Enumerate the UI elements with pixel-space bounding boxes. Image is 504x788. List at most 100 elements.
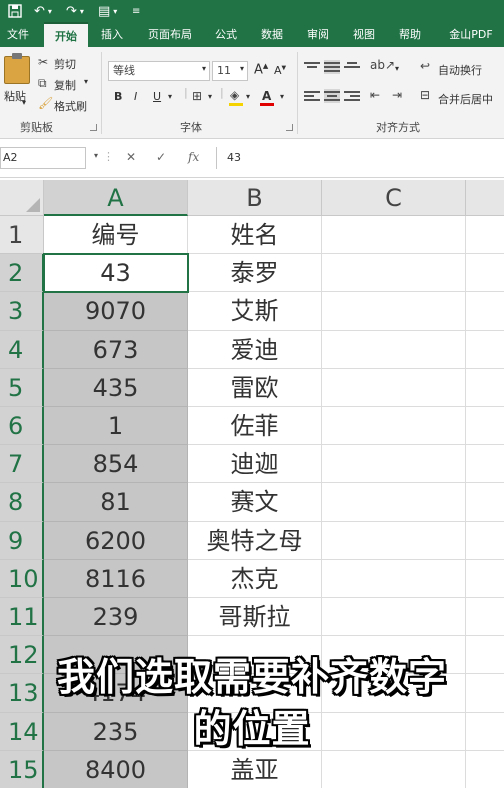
cell-a[interactable]: 673 (44, 330, 188, 369)
merge-center-icon[interactable]: ⊟ (420, 88, 430, 102)
cell-b[interactable]: 泰罗 (188, 254, 322, 293)
cell-b[interactable]: 杰克 (188, 559, 322, 598)
cell-d[interactable] (466, 254, 504, 293)
tab-home[interactable]: 开始 (44, 22, 88, 47)
cell-c[interactable] (322, 407, 466, 446)
cell-b[interactable]: 赛文 (188, 483, 322, 522)
align-middle-icon[interactable] (324, 60, 340, 74)
tab-formulas[interactable]: 公式 (208, 22, 244, 47)
cell-d[interactable] (466, 216, 504, 255)
cell-c[interactable] (322, 292, 466, 331)
cell-d[interactable] (466, 522, 504, 560)
row-header[interactable]: 5 (0, 368, 44, 407)
cell-c[interactable] (322, 254, 466, 293)
tab-view[interactable]: 视图 (346, 22, 382, 47)
tab-insert[interactable]: 插入 (92, 22, 132, 47)
borders-icon[interactable]: ⊞ (192, 89, 202, 103)
row-header[interactable]: 11 (0, 598, 44, 637)
row-header[interactable]: 7 (0, 445, 44, 484)
cell-a[interactable]: 9070 (44, 292, 188, 331)
align-right-icon[interactable] (344, 89, 360, 103)
font-color-button[interactable]: A (262, 89, 271, 103)
cell-b[interactable]: 迪迦 (188, 445, 322, 484)
orientation-icon[interactable]: ab↗ (370, 58, 395, 72)
decrease-indent-icon[interactable]: ⇤ (370, 88, 380, 102)
align-left-icon[interactable] (304, 89, 320, 103)
bold-button[interactable]: B (114, 90, 122, 103)
cell-d[interactable] (466, 369, 504, 407)
align-bottom-icon[interactable] (344, 60, 360, 74)
cell-a[interactable]: 6200 (44, 521, 188, 560)
cancel-icon[interactable]: ✕ (126, 150, 136, 164)
fill-color-dropdown-icon[interactable]: ▾ (246, 92, 250, 101)
undo-icon[interactable]: ↶ ▾ (34, 0, 52, 22)
tab-help[interactable]: 帮助 (392, 22, 428, 47)
select-all-button[interactable] (0, 180, 44, 216)
cell-d[interactable] (466, 445, 504, 484)
cell-c[interactable] (322, 368, 466, 407)
row-header[interactable]: 6 (0, 407, 44, 446)
name-box-dropdown-icon[interactable]: ▾ (94, 151, 98, 160)
copy-icon[interactable]: ⧉ (38, 76, 47, 91)
row-header[interactable]: 1 (0, 216, 44, 255)
clipboard-launcher-icon[interactable] (90, 124, 97, 131)
cell-b[interactable]: 佐菲 (188, 407, 322, 446)
cell-a[interactable]: 1 (44, 407, 188, 446)
cell-c[interactable] (322, 216, 466, 255)
print-preview-icon[interactable]: ▤ ▾ (98, 0, 117, 22)
cell-d[interactable] (466, 407, 504, 446)
row-header[interactable]: 10 (0, 559, 44, 598)
name-box[interactable]: A2 (0, 147, 86, 169)
row-header[interactable]: 4 (0, 330, 44, 369)
cell-c[interactable] (322, 445, 466, 484)
underline-button[interactable]: U (153, 90, 161, 103)
cell-d[interactable] (466, 560, 504, 598)
font-name-select[interactable]: 等线 (108, 61, 210, 81)
tab-review[interactable]: 审阅 (300, 22, 336, 47)
insert-function-button[interactable]: fx (188, 150, 199, 164)
fill-color-icon[interactable]: ◈ (230, 88, 239, 102)
cell-c[interactable] (322, 330, 466, 369)
row-header[interactable]: 2 (0, 254, 44, 293)
cell-a[interactable]: 81 (44, 483, 188, 522)
cell-b[interactable]: 奥特之母 (188, 521, 322, 560)
wrap-text-button[interactable]: 自动换行 (438, 62, 482, 78)
cell-a[interactable]: 239 (44, 598, 188, 637)
formula-input[interactable]: 43 (216, 147, 504, 169)
italic-button[interactable]: I (134, 90, 137, 103)
cell-a[interactable]: 8400 (44, 750, 188, 788)
copy-button[interactable]: 复制 (54, 77, 76, 93)
borders-dropdown-icon[interactable]: ▾ (208, 92, 212, 101)
cell-d[interactable] (466, 331, 504, 369)
cell-c[interactable] (322, 598, 466, 637)
font-color-dropdown-icon[interactable]: ▾ (280, 92, 284, 101)
merge-center-button[interactable]: 合并后居中 (438, 91, 493, 107)
align-center-icon[interactable] (324, 89, 340, 103)
customize-qat-icon[interactable]: ≡ (132, 0, 140, 22)
cell-b[interactable]: 哥斯拉 (188, 598, 322, 637)
cell-d[interactable] (466, 483, 504, 522)
cell-d[interactable] (466, 292, 504, 331)
cell-b[interactable]: 爱迪 (188, 330, 322, 369)
row-header[interactable]: 8 (0, 483, 44, 522)
tab-data[interactable]: 数据 (254, 22, 290, 47)
font-launcher-icon[interactable] (286, 124, 293, 131)
tab-file[interactable]: 文件 (0, 22, 36, 47)
redo-icon[interactable]: ↷ ▾ (66, 0, 84, 22)
grow-font-button[interactable]: A▲ (254, 62, 268, 77)
column-header-a[interactable]: A (44, 180, 188, 216)
shrink-font-button[interactable]: A▼ (274, 64, 286, 77)
cell-c[interactable] (322, 521, 466, 560)
font-name-dropdown-icon[interactable]: ▾ (202, 64, 206, 73)
row-header[interactable]: 3 (0, 292, 44, 331)
row-header[interactable]: 15 (0, 750, 44, 788)
enter-icon[interactable]: ✓ (156, 150, 166, 164)
cell-c[interactable] (322, 483, 466, 522)
underline-dropdown-icon[interactable]: ▾ (168, 92, 172, 101)
format-painter-icon[interactable]: 🖌 (38, 96, 53, 110)
tab-kingsoft-pdf[interactable]: 金山PDF (442, 22, 500, 47)
column-header-b[interactable]: B (188, 180, 322, 216)
scissors-icon[interactable]: ✂ (38, 55, 48, 69)
paste-dropdown-icon[interactable]: ▾ (22, 98, 26, 107)
copy-dropdown-icon[interactable]: ▾ (84, 77, 88, 86)
